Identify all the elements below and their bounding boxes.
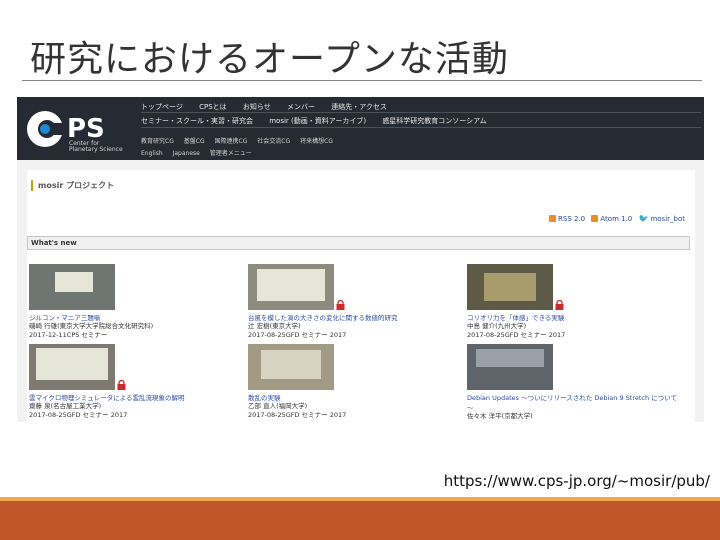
page-content: mosir プロジェクト RSS 2.0 Atom 1.0 🐦 mosir_bot… [27, 170, 695, 422]
video-thumbnail[interactable] [29, 344, 115, 390]
item-date: 2017-08-25GFD セミナー 2017 [29, 411, 128, 419]
item-date: 2017-12-11CPS セミナー [29, 331, 108, 339]
atom-link[interactable]: Atom 1.0 [600, 215, 632, 223]
nav-seminar[interactable]: セミナー・スクール・実習・研究会 [141, 117, 253, 125]
nav-cg: 教育研究CG 基盤CG 国際連携CG 社会交流CG 将来構想CG [141, 136, 341, 145]
item-title[interactable]: 散乱の実験 [248, 392, 448, 402]
feed-links: RSS 2.0 Atom 1.0 🐦 mosir_bot [545, 214, 685, 223]
lock-icon [117, 380, 126, 390]
nav-consortium[interactable]: 惑星科学研究教育コンソーシアム [382, 117, 486, 125]
item-title[interactable]: 台風を模した渦の大きさの変化に関する数値的研究 [248, 312, 448, 322]
list-item: 雲マイクロ物理シミュレータによる雲乱流現象の解明 齋藤 泉(名古屋工業大学) 2… [29, 344, 229, 420]
site-header: PS Center for Planetary Science トップページ C… [17, 97, 704, 160]
lock-icon [555, 300, 564, 310]
item-title[interactable]: 雲マイクロ物理シミュレータによる雲乱流現象の解明 [29, 392, 229, 402]
nav-divider [141, 112, 701, 113]
item-author: 磯崎 行雄(東京大学大学院総合文化研究科) [29, 322, 154, 330]
title-divider [22, 80, 702, 81]
video-thumbnail[interactable] [29, 264, 115, 310]
twitter-link[interactable]: mosir_bot [650, 215, 685, 223]
nav-english[interactable]: English [141, 150, 163, 157]
item-author: 中島 健介(九州大学) [467, 322, 527, 330]
nav-primary: トップページ CPSとは お知らせ メンバー 連絡先・アクセス [141, 102, 401, 112]
nav-members[interactable]: メンバー [287, 103, 315, 111]
atom-icon [591, 215, 599, 222]
nav-top[interactable]: トップページ [141, 103, 183, 111]
list-item: コリオリ力を「体感」できる実験 中島 健介(九州大学) 2017-08-25GF… [467, 264, 667, 340]
list-item: 台風を模した渦の大きさの変化に関する数値的研究 辻 宏樹(東京大学) 2017-… [248, 264, 448, 340]
item-author: 辻 宏樹(東京大学) [248, 322, 301, 330]
video-thumbnail[interactable] [248, 264, 334, 310]
list-item: 散乱の実験 乙部 直人(福岡大学) 2017-08-25GFD セミナー 201… [248, 344, 448, 420]
nav-cg-international[interactable]: 国際連携CG [215, 138, 248, 145]
slide-title: 研究におけるオープンな活動 [30, 39, 509, 80]
list-item: Debian Updates ～ついにリリースされた Debian 9 Stre… [467, 344, 687, 421]
logo-sub2: Planetary Science [69, 146, 123, 153]
nav-admin[interactable]: 管理者メニュー [210, 150, 252, 157]
rss-icon [549, 215, 557, 222]
nav-secondary: セミナー・スクール・実習・研究会 mosir (動画・資料アーカイブ) 惑星科学… [141, 116, 501, 126]
list-item: ジルコン・マニア三題噺 磯崎 行雄(東京大学大学院総合文化研究科) 2017-1… [29, 264, 229, 340]
item-date: 2017-08-25GFD セミナー 2017 [467, 331, 566, 339]
nav-about[interactable]: CPSとは [199, 103, 227, 111]
item-author: 乙部 直人(福岡大学) [248, 402, 308, 410]
item-title[interactable]: コリオリ力を「体感」できる実験 [467, 312, 667, 322]
rss-link[interactable]: RSS 2.0 [558, 215, 585, 223]
video-thumbnail[interactable] [467, 264, 553, 310]
video-thumbnail[interactable] [467, 344, 553, 390]
nav-cg-social[interactable]: 社会交流CG [257, 138, 290, 145]
video-thumbnail[interactable] [248, 344, 334, 390]
nav-mosir[interactable]: mosir (動画・資料アーカイブ) [269, 117, 366, 125]
website-screenshot: PS Center for Planetary Science トップページ C… [17, 97, 704, 422]
item-title[interactable]: Debian Updates ～ついにリリースされた Debian 9 Stre… [467, 392, 682, 412]
nav-cg-future[interactable]: 将来構想CG [300, 138, 333, 145]
nav-cg-base[interactable]: 基盤CG [184, 138, 205, 145]
nav-contact[interactable]: 連絡先・アクセス [331, 103, 387, 111]
item-date: 2017-08-25GFD セミナー 2017 [248, 331, 347, 339]
nav-japanese[interactable]: Japanese [173, 150, 200, 157]
whats-new-header: What's new [27, 236, 690, 250]
lock-icon [336, 300, 345, 310]
footer-bar [0, 501, 720, 540]
item-date: 2017-08-25GFD セミナー 2017 [248, 411, 347, 419]
item-author: 齋藤 泉(名古屋工業大学) [29, 402, 102, 410]
source-url: https://www.cps-jp.org/~mosir/pub/ [443, 472, 710, 490]
nav-cg-education[interactable]: 教育研究CG [141, 138, 174, 145]
nav-news[interactable]: お知らせ [243, 103, 271, 111]
cps-logo[interactable]: PS Center for Planetary Science [23, 105, 141, 153]
twitter-icon: 🐦 [638, 214, 649, 223]
nav-divider [141, 127, 701, 128]
nav-lang: English Japanese 管理者メニュー [141, 148, 260, 157]
project-title: mosir プロジェクト [31, 180, 114, 191]
item-title[interactable]: ジルコン・マニア三題噺 [29, 312, 229, 322]
item-author: 佐々木 洋平(京都大学) [467, 412, 533, 420]
